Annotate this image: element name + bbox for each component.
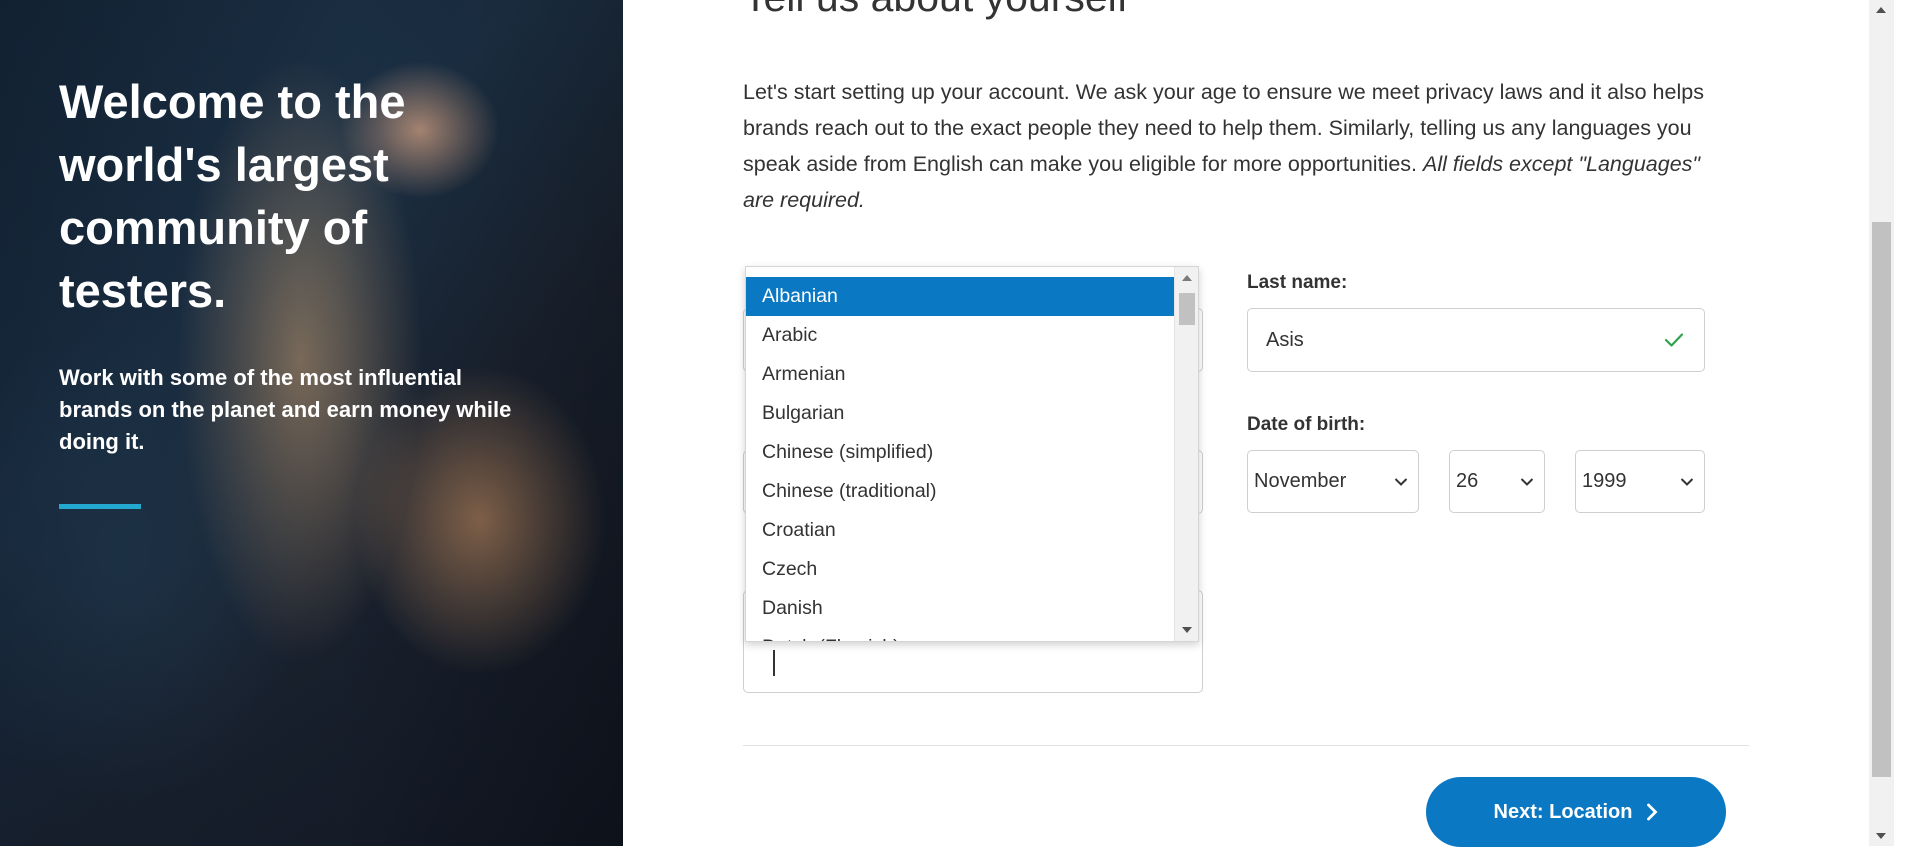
dropdown-option[interactable]: Croatian — [746, 511, 1174, 550]
scroll-down-arrow-icon[interactable] — [1876, 833, 1886, 839]
dob-month-value: November — [1254, 470, 1347, 492]
page-scrollbar[interactable] — [1869, 0, 1894, 846]
hero-title: Welcome to the world's largest community… — [59, 75, 406, 317]
dob-year-select[interactable]: 1999 — [1575, 450, 1705, 513]
dropdown-option[interactable]: Albanian — [746, 277, 1174, 316]
chevron-right-icon — [1647, 803, 1658, 821]
last-name-input[interactable]: Asis — [1247, 308, 1705, 372]
scroll-up-arrow-icon[interactable] — [1182, 275, 1192, 281]
dropdown-option[interactable]: Chinese (traditional) — [746, 472, 1174, 511]
intro-text: Let's start setting up your account. We … — [743, 74, 1733, 218]
dropdown-option[interactable]: Bulgarian — [746, 394, 1174, 433]
dropdown-option[interactable]: Czech — [746, 550, 1174, 589]
dropdown-scroll-thumb[interactable] — [1179, 293, 1195, 325]
dropdown-option[interactable]: Arabic — [746, 316, 1174, 355]
dob-year-value: 1999 — [1582, 470, 1627, 492]
dob-label: Date of birth: — [1247, 414, 1366, 435]
check-icon — [1664, 333, 1684, 347]
page-scroll-thumb[interactable] — [1872, 222, 1891, 777]
dob-day-value: 26 — [1456, 470, 1479, 492]
chevron-down-icon — [1680, 477, 1694, 486]
dropdown-option[interactable]: Danish — [746, 589, 1174, 628]
chevron-down-icon — [1394, 477, 1408, 486]
last-name-label: Last name: — [1247, 272, 1348, 293]
dob-month-select[interactable]: November — [1247, 450, 1419, 513]
last-name-value: Asis — [1266, 328, 1304, 351]
dropdown-scrollbar[interactable] — [1174, 267, 1198, 641]
dropdown-options: Albanian Arabic Armenian Bulgarian Chine… — [746, 277, 1174, 641]
next-location-button[interactable]: Next: Location — [1426, 777, 1726, 847]
languages-dropdown-list[interactable]: Albanian Arabic Armenian Bulgarian Chine… — [745, 266, 1199, 642]
next-button-label: Next: Location — [1493, 800, 1633, 823]
hero-panel: Welcome to the world's largest community… — [0, 0, 623, 846]
dropdown-option[interactable]: Dutch (Flemish) — [746, 628, 1174, 641]
hero-subtitle: Work with some of the most influential b… — [59, 365, 512, 454]
scroll-down-arrow-icon[interactable] — [1182, 627, 1192, 633]
dob-day-select[interactable]: 26 — [1449, 450, 1545, 513]
page-title: Tell us about yourself — [743, 0, 1128, 22]
hero-accent-bar — [59, 504, 141, 509]
chevron-down-icon — [1520, 477, 1534, 486]
form-divider — [743, 745, 1749, 746]
scroll-up-arrow-icon[interactable] — [1876, 7, 1886, 13]
dropdown-option[interactable]: Chinese (simplified) — [746, 433, 1174, 472]
dropdown-option[interactable]: Armenian — [746, 355, 1174, 394]
window-edge — [1894, 0, 1920, 846]
text-cursor — [773, 650, 775, 676]
